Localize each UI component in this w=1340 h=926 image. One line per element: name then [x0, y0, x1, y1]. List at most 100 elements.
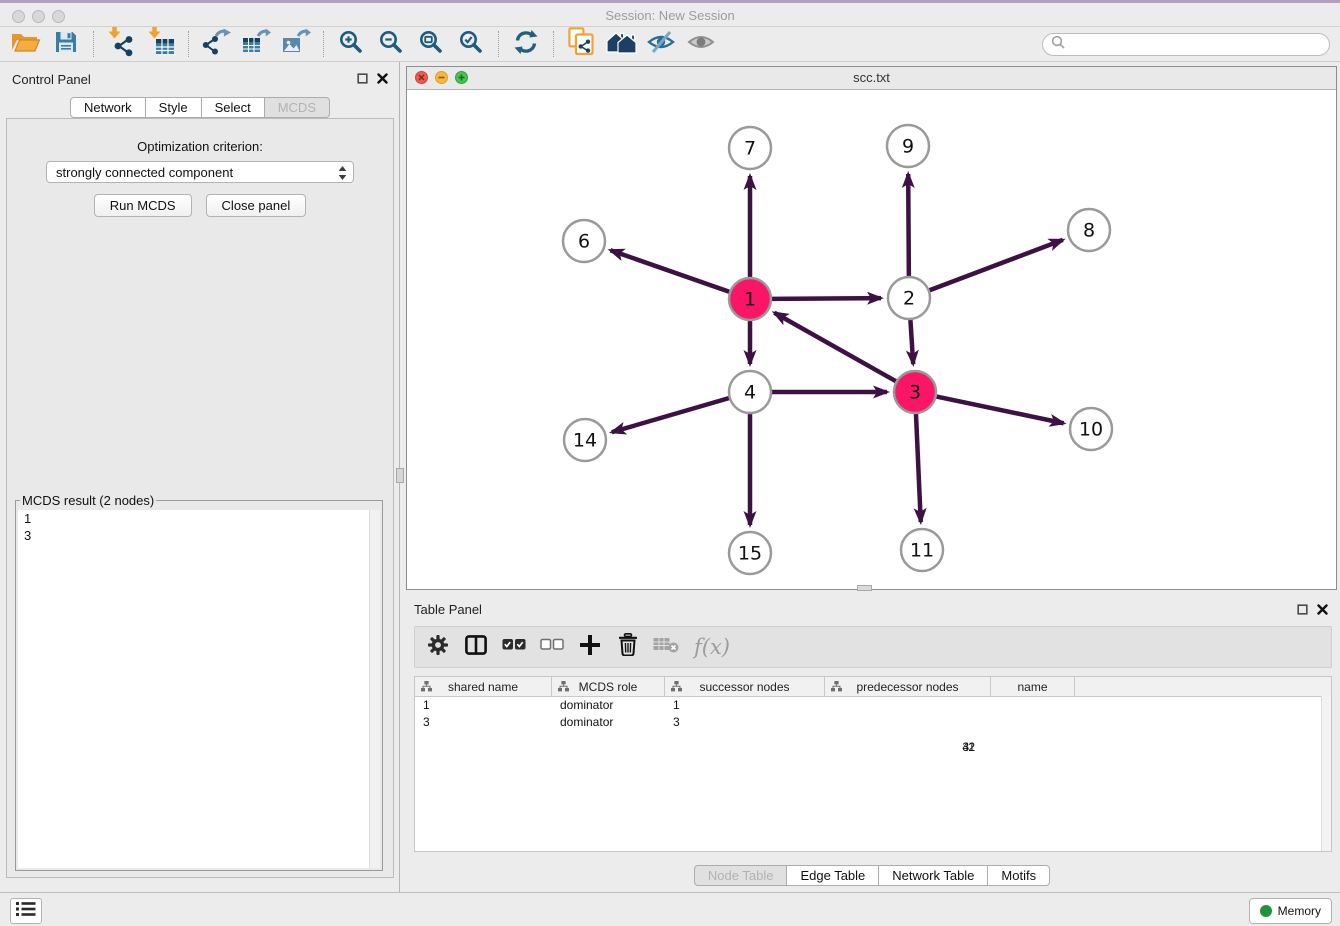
- tab-motifs[interactable]: Motifs: [988, 865, 1050, 886]
- hide-network-view-button[interactable]: [641, 29, 681, 59]
- table-cell[interactable]: 3: [415, 714, 552, 731]
- result-scrollbar[interactable]: [369, 510, 380, 868]
- column-header-MCDS-role[interactable]: MCDS role: [552, 677, 665, 696]
- table-cell[interactable]: 1: [415, 697, 552, 714]
- canvas-splitter-handle[interactable]: [857, 585, 872, 591]
- graph-edge-3-1[interactable]: [774, 313, 895, 381]
- apply-function-button[interactable]: f(x): [685, 630, 739, 664]
- add-row-button[interactable]: [571, 630, 609, 664]
- plus-icon: [580, 635, 600, 660]
- zoom-selected-button[interactable]: [451, 29, 491, 59]
- split-view-button[interactable]: [457, 630, 495, 664]
- refresh-button[interactable]: [506, 29, 546, 59]
- table-cell[interactable]: 2: [819, 739, 985, 756]
- toolbar-separator: [93, 31, 94, 57]
- zoom-fit-button[interactable]: [411, 29, 451, 59]
- table-cell[interactable]: dominator: [552, 714, 665, 731]
- network-canvas[interactable]: 1234678910111415: [407, 90, 1336, 590]
- zoom-in-icon: [338, 29, 364, 60]
- result-item[interactable]: 3: [18, 527, 380, 544]
- import-table-button[interactable]: [141, 29, 181, 59]
- tab-style[interactable]: Style: [146, 97, 202, 118]
- close-panel-button[interactable]: Close panel: [206, 194, 307, 217]
- gear-icon: [427, 634, 449, 661]
- task-history-button[interactable]: [10, 898, 42, 924]
- memory-label: Memory: [1278, 904, 1321, 918]
- graph-node-label: 6: [578, 231, 590, 253]
- run-mcds-button[interactable]: Run MCDS: [94, 194, 192, 217]
- column-header-name[interactable]: name: [991, 677, 1075, 696]
- graph-edge-3-10[interactable]: [937, 397, 1064, 424]
- tab-edge-table[interactable]: Edge Table: [787, 865, 879, 886]
- home-button[interactable]: [601, 29, 641, 59]
- export-image-button[interactable]: [276, 29, 316, 59]
- export-network-icon: [201, 28, 231, 61]
- table-cell[interactable]: 1: [665, 697, 749, 714]
- float-panel-icon[interactable]: [1297, 602, 1308, 620]
- unchecked-boxes-icon: [540, 638, 564, 656]
- graph-edge-3-11[interactable]: [916, 414, 921, 522]
- trash-icon: [618, 633, 638, 661]
- zoom-out-button[interactable]: [371, 29, 411, 59]
- graph-node-label: 11: [910, 540, 934, 562]
- column-header-label: predecessor nodes: [856, 680, 958, 694]
- table-scrollbar[interactable]: [1321, 696, 1331, 851]
- mcds-result-box: MCDS result (2 nodes) 13: [15, 493, 383, 871]
- graph-edge-1-2[interactable]: [772, 298, 881, 299]
- search-input[interactable]: [1070, 36, 1329, 53]
- tab-network-table[interactable]: Network Table: [879, 865, 988, 886]
- tab-node-table[interactable]: Node Table: [694, 865, 788, 886]
- search-field[interactable]: [1042, 33, 1330, 56]
- delete-table-button[interactable]: [647, 630, 685, 664]
- show-network-view-button[interactable]: [681, 29, 721, 59]
- status-bar: Memory: [0, 892, 1340, 926]
- table-row[interactable]: 3dominator323: [415, 714, 1331, 731]
- table-panel-title: Table Panel: [414, 602, 482, 617]
- column-header-shared-name[interactable]: shared name: [415, 677, 552, 696]
- workspace: scc.txt 1234678910111415 Table Panel: [404, 62, 1340, 892]
- memory-button[interactable]: Memory: [1249, 898, 1332, 924]
- import-network-button[interactable]: [101, 29, 141, 59]
- table-cell[interactable]: dominator: [552, 697, 665, 714]
- panel-splitter-handle[interactable]: [396, 468, 404, 483]
- table-cell[interactable]: 3: [665, 714, 749, 731]
- graph-edge-1-6[interactable]: [610, 250, 729, 292]
- mcds-result-list[interactable]: 13: [18, 510, 380, 868]
- search-icon: [1051, 35, 1065, 54]
- close-panel-icon[interactable]: [377, 71, 388, 89]
- tab-select[interactable]: Select: [202, 97, 265, 118]
- tab-mcds[interactable]: MCDS: [265, 97, 330, 118]
- float-panel-icon[interactable]: [357, 71, 368, 89]
- network-view-window: scc.txt 1234678910111415: [406, 66, 1337, 590]
- table-header-row: shared nameMCDS role successor nodes prede…: [415, 677, 1331, 697]
- zoom-in-button[interactable]: [331, 29, 371, 59]
- table-row[interactable]: 1dominator411: [415, 697, 1331, 714]
- delete-row-button[interactable]: [609, 630, 647, 664]
- export-network-button[interactable]: [196, 29, 236, 59]
- toolbar-separator: [188, 31, 189, 57]
- result-item[interactable]: 1: [18, 510, 380, 527]
- graph-edge-2-9[interactable]: [908, 174, 909, 276]
- close-panel-icon[interactable]: [1317, 602, 1328, 620]
- graph-edge-2-3[interactable]: [910, 320, 913, 364]
- criterion-select[interactable]: strongly connected component: [46, 161, 354, 183]
- open-file-button[interactable]: [6, 29, 46, 59]
- graph-edge-2-8[interactable]: [930, 240, 1063, 290]
- column-header-predecessor-nodes[interactable]: predecessor nodes: [825, 677, 991, 696]
- export-table-button[interactable]: [236, 29, 276, 59]
- column-header-successor-nodes[interactable]: successor nodes: [665, 677, 825, 696]
- graph-node-label: 8: [1083, 220, 1095, 242]
- save-session-button[interactable]: [46, 29, 86, 59]
- window-title: Session: New Session: [0, 8, 1340, 23]
- column-header-label: successor nodes: [699, 680, 789, 694]
- refresh-icon: [513, 29, 539, 60]
- tab-network[interactable]: Network: [70, 97, 146, 118]
- share-document-button[interactable]: [561, 29, 601, 59]
- export-table-icon: [241, 28, 271, 61]
- table-settings-button[interactable]: [419, 630, 457, 664]
- graph-edge-4-14[interactable]: [612, 398, 729, 432]
- eye-slash-icon: [646, 30, 676, 59]
- share-document-icon: [568, 27, 594, 61]
- select-all-button[interactable]: [495, 630, 533, 664]
- deselect-all-button[interactable]: [533, 630, 571, 664]
